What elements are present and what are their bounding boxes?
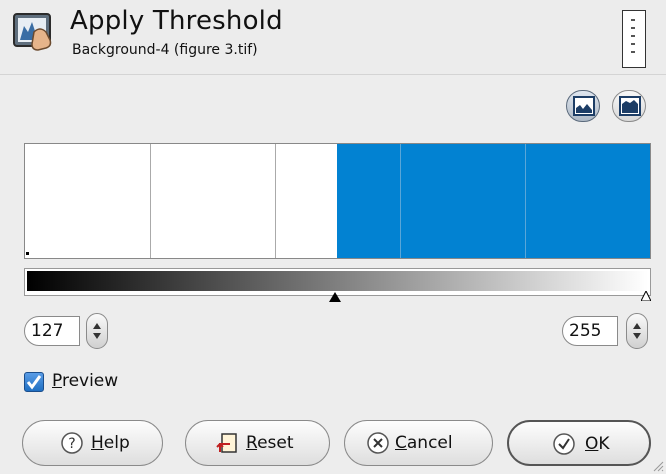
logarithmic-histogram-button[interactable] <box>612 90 646 122</box>
low-threshold-input[interactable]: 127 <box>24 316 80 346</box>
cancel-button[interactable]: Cancel <box>344 420 493 466</box>
checkmark-icon <box>26 375 42 390</box>
cancel-label: ancel <box>406 433 453 453</box>
histogram-gridline <box>275 144 276 258</box>
preview-checkbox[interactable] <box>24 372 44 392</box>
logarithmic-histogram-icon <box>619 96 641 116</box>
up-down-arrows-icon <box>93 323 101 339</box>
histogram-gridline <box>150 144 151 258</box>
histogram-gridline <box>400 144 401 258</box>
dialog-title: Apply Threshold <box>70 6 283 36</box>
preview-mnemonic: P <box>52 371 62 391</box>
cancel-mnemonic: C <box>395 433 407 453</box>
up-down-arrows-icon <box>633 323 641 339</box>
help-button[interactable]: ? Help <box>22 420 163 466</box>
image-thumbnail <box>622 10 646 68</box>
high-threshold-handle[interactable] <box>641 291 651 301</box>
header-separator <box>0 74 666 75</box>
checkmark-icon <box>553 433 575 455</box>
gradient-fill <box>27 271 648 291</box>
ok-button[interactable]: OK <box>507 420 651 466</box>
help-label: elp <box>103 433 130 453</box>
histogram-data-point <box>26 252 29 255</box>
reset-label: eset <box>257 433 294 453</box>
help-mnemonic: H <box>91 433 104 453</box>
reset-mnemonic: R <box>246 433 258 453</box>
reset-icon <box>216 433 237 453</box>
preview-label[interactable]: Preview <box>52 371 118 391</box>
svg-text:?: ? <box>68 436 75 452</box>
low-threshold-stepper[interactable] <box>86 313 108 349</box>
preview-label-text: review <box>61 371 119 391</box>
threshold-range-highlight <box>337 144 650 258</box>
resize-grip-icon[interactable] <box>650 458 664 472</box>
high-threshold-stepper[interactable] <box>626 313 648 349</box>
reset-button[interactable]: Reset <box>185 420 330 466</box>
histogram-gridline <box>525 144 526 258</box>
dialog-header: Apply Threshold Background-4 (figure 3.t… <box>0 0 666 74</box>
linear-histogram-icon <box>573 96 595 116</box>
question-icon: ? <box>61 432 83 454</box>
ok-mnemonic: O <box>585 434 599 454</box>
threshold-tool-icon <box>13 13 52 51</box>
cancel-icon <box>367 432 389 454</box>
ok-label: K <box>598 434 610 454</box>
linear-histogram-button[interactable] <box>566 90 600 122</box>
histogram-view[interactable] <box>24 143 651 259</box>
low-threshold-handle[interactable] <box>329 292 341 302</box>
high-threshold-input[interactable]: 255 <box>562 316 618 346</box>
dialog-subtitle: Background-4 (figure 3.tif) <box>72 42 258 58</box>
